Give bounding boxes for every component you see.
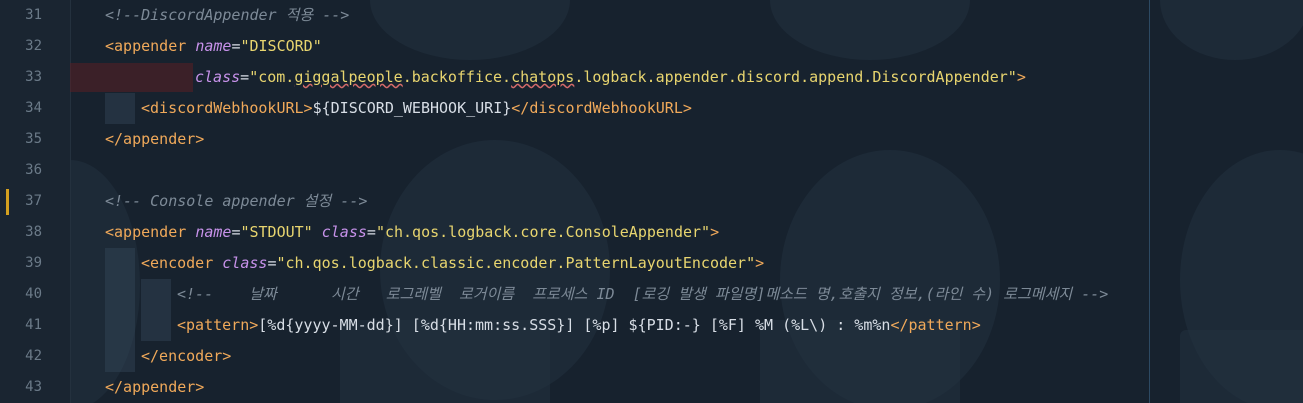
- code-line[interactable]: 31 <!--DiscordAppender 적용 -->: [0, 0, 1303, 31]
- line-number: 35: [25, 131, 42, 147]
- code-line[interactable]: 42 </encoder>: [0, 341, 1303, 372]
- code-text[interactable]: <appender name="DISCORD": [105, 31, 322, 62]
- code-editor[interactable]: 31 <!--DiscordAppender 적용 --> 32 <appender …: [0, 0, 1303, 403]
- code-text[interactable]: <pattern>[%d{yyyy-MM-dd}] [%d{HH:mm:ss.S…: [177, 310, 981, 341]
- code-line[interactable]: 38 <appender name="STDOUT" class="ch.qos.…: [0, 217, 1303, 248]
- code-token: <appender: [105, 37, 196, 55]
- code-token: >: [1016, 68, 1026, 86]
- code-token: >: [755, 254, 765, 272]
- code-token: chatops: [511, 68, 575, 86]
- code-token: name: [195, 223, 232, 241]
- code-line[interactable]: 34 <discordWebhookURL>${DISCORD_WEBHOOK_U…: [0, 93, 1303, 124]
- code-text[interactable]: <discordWebhookURL>${DISCORD_WEBHOOK_URI…: [141, 93, 692, 124]
- code-token: class: [195, 68, 241, 86]
- code-token: <appender: [105, 223, 196, 241]
- code-token: "com.: [249, 68, 295, 86]
- line-number: 42: [25, 348, 42, 364]
- code-token: "STDOUT": [240, 223, 322, 241]
- code-token: "DISCORD": [240, 37, 322, 55]
- code-token: </appender>: [105, 130, 205, 148]
- code-token: <!-- 날짜 시간 로그레벨 로거이름 프로세스 ID [로깅 발생 파일명]…: [177, 285, 1109, 303]
- code-token: <pattern>: [177, 316, 259, 334]
- code-token: "ch.qos.logback.core.ConsoleAppender": [375, 223, 711, 241]
- code-line[interactable]: 32 <appender name="DISCORD": [0, 31, 1303, 62]
- code-text[interactable]: <encoder class="ch.qos.logback.classic.e…: [141, 248, 764, 279]
- line-number: 33: [25, 69, 42, 85]
- code-token: </encoder>: [141, 347, 232, 365]
- code-token: <encoder: [141, 254, 223, 272]
- code-token: ${DISCORD_WEBHOOK_URI}: [312, 99, 512, 117]
- line-number: 38: [25, 224, 42, 240]
- code-token: =: [366, 223, 376, 241]
- code-line[interactable]: 41 <pattern>[%d{yyyy-MM-dd}] [%d{HH:mm:ss…: [0, 310, 1303, 341]
- line-number: 34: [25, 100, 42, 116]
- code-text[interactable]: <!--DiscordAppender 적용 -->: [105, 0, 349, 31]
- code-token: class: [222, 254, 268, 272]
- line-number: 41: [25, 317, 42, 333]
- code-token: <!-- Console appender 설정 -->: [105, 192, 368, 210]
- code-line[interactable]: 36: [0, 155, 1303, 186]
- line-number: 40: [25, 286, 42, 302]
- code-token: <discordWebhookURL>: [141, 99, 313, 117]
- line-number: 31: [25, 7, 42, 23]
- code-token: class: [321, 223, 367, 241]
- code-token: <!--DiscordAppender 적용 -->: [105, 6, 350, 24]
- code-token: "ch.qos.logback.classic.encoder.PatternL…: [276, 254, 756, 272]
- line-number: 32: [25, 38, 42, 54]
- code-token: </discordWebhookURL>: [511, 99, 692, 117]
- line-number: 39: [25, 255, 42, 271]
- code-text[interactable]: </appender>: [105, 124, 204, 155]
- code-token: .logback.appender.discord.append.Discord…: [574, 68, 1017, 86]
- code-line[interactable]: 37 <!-- Console appender 설정 -->: [0, 186, 1303, 217]
- code-token: </pattern>: [890, 316, 981, 334]
- code-token: name: [195, 37, 232, 55]
- code-line[interactable]: 40 <!-- 날짜 시간 로그레벨 로거이름 프로세스 ID [로깅 발생 파일…: [0, 279, 1303, 310]
- code-token: >: [710, 223, 720, 241]
- code-token: giggalpeople: [294, 68, 403, 86]
- code-line[interactable]: 43 </appender>: [0, 372, 1303, 403]
- code-line[interactable]: 35 </appender>: [0, 124, 1303, 155]
- code-text[interactable]: <!-- Console appender 설정 -->: [105, 186, 367, 217]
- code-token: =: [240, 68, 250, 86]
- code-text[interactable]: <appender name="STDOUT" class="ch.qos.lo…: [105, 217, 719, 248]
- code-text[interactable]: <!-- 날짜 시간 로그레벨 로거이름 프로세스 ID [로깅 발생 파일명]…: [177, 279, 1108, 310]
- code-token: [%d{yyyy-MM-dd}] [%d{HH:mm:ss.SSS}] [%p]…: [258, 316, 891, 334]
- code-line[interactable]: 39 <encoder class="ch.qos.logback.classic…: [0, 248, 1303, 279]
- code-line[interactable]: 33 class="com.giggalpeople.backoffice.cha…: [0, 62, 1303, 93]
- code-token: </appender>: [105, 378, 205, 396]
- code-text[interactable]: </appender>: [105, 372, 204, 403]
- line-number: 43: [25, 379, 42, 395]
- code-token: .backoffice.: [402, 68, 512, 86]
- code-text[interactable]: class="com.giggalpeople.backoffice.chato…: [195, 62, 1026, 93]
- line-number: 36: [25, 162, 42, 178]
- code-text[interactable]: </encoder>: [141, 341, 231, 372]
- line-number: 37: [25, 193, 42, 209]
